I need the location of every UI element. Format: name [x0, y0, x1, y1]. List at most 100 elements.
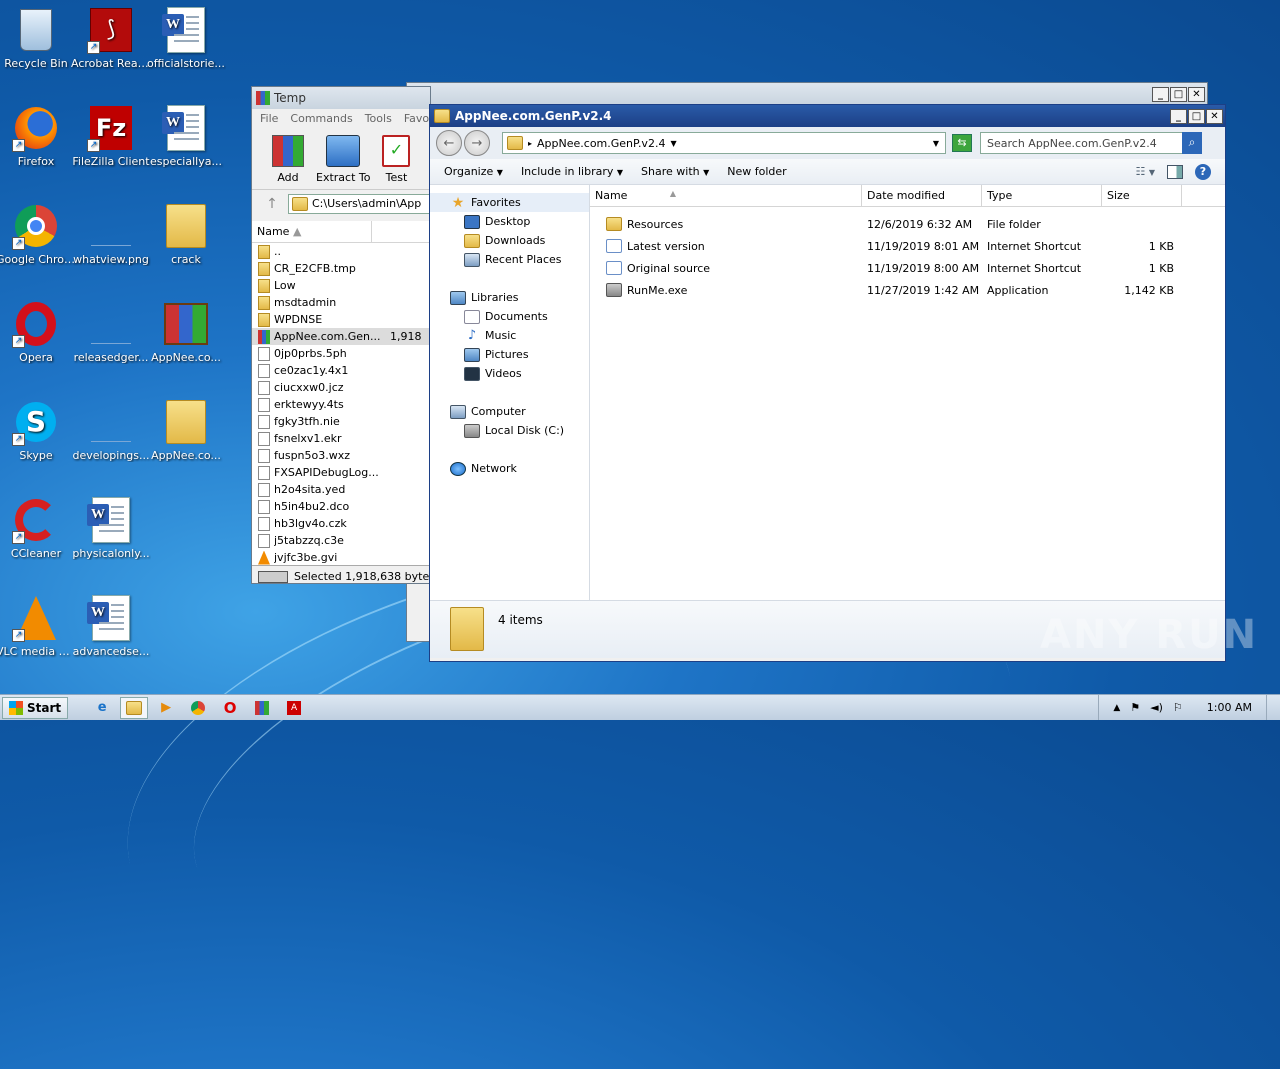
column-header-size[interactable]: Size — [1102, 185, 1182, 206]
breadcrumb[interactable]: AppNee.com.GenP.v2.4 — [537, 137, 665, 150]
chrome-taskbar-button[interactable] — [184, 697, 212, 719]
column-header-date[interactable]: Date modified — [862, 185, 982, 206]
search-input[interactable]: Search AppNee.com.GenP.v2.4 ⌕ — [980, 132, 1202, 154]
address-bar[interactable]: ▸ AppNee.com.GenP.v2.4 ▼ ▼ — [502, 132, 946, 154]
refresh-button[interactable]: ⇆ — [952, 134, 972, 152]
list-item[interactable]: 0jp0prbs.5ph — [252, 345, 430, 362]
list-item[interactable]: erktewyy.4ts — [252, 396, 430, 413]
close-button[interactable]: ✕ — [1206, 108, 1223, 124]
forward-button[interactable]: → — [464, 130, 490, 156]
desktop-icon-item[interactable]: ↗ Firefox — [0, 104, 76, 168]
test-button[interactable]: ✓ Test — [382, 135, 411, 189]
path-field[interactable]: C:\Users\admin\App — [288, 193, 430, 214]
volume-icon[interactable]: ◄) — [1150, 701, 1163, 714]
desktop-icon-item[interactable]: ↗ Google Chrome — [0, 202, 76, 266]
address-history-dropdown-icon[interactable]: ▼ — [933, 139, 939, 148]
table-row[interactable]: Original source 11/19/2019 8:00 AM Interne… — [590, 257, 1225, 279]
desktop-icon-item[interactable]: ↗ VLC media player — [0, 594, 76, 658]
column-header-type[interactable]: Type — [982, 185, 1102, 206]
winrar-taskbar-button[interactable] — [248, 697, 276, 719]
size-column-header[interactable] — [372, 221, 430, 242]
close-button[interactable]: ✕ — [1188, 86, 1205, 102]
list-item[interactable]: WPDNSE — [252, 311, 430, 328]
breadcrumb-dropdown-icon[interactable]: ▼ — [670, 139, 676, 148]
name-column-header[interactable]: Name ▲ — [252, 221, 372, 242]
list-item[interactable]: h2o4sita.yed — [252, 481, 430, 498]
organize-button[interactable]: Organize ▼ — [444, 165, 503, 178]
back-button[interactable]: ← — [436, 130, 462, 156]
list-item[interactable]: j5tabzzq.c3e — [252, 532, 430, 549]
list-item[interactable]: Low — [252, 277, 430, 294]
menu-file[interactable]: File — [260, 112, 278, 125]
help-icon[interactable]: ? — [1195, 163, 1211, 180]
view-options-icon[interactable]: ☷ ▼ — [1135, 165, 1155, 178]
desktop-icon-item[interactable]: Wespeciallya... — [146, 104, 226, 168]
list-item[interactable]: fsnelxv1.ekr — [252, 430, 430, 447]
nav-favorites[interactable]: ★ Favorites — [430, 193, 589, 212]
nav-music[interactable]: ♪ Music — [430, 326, 589, 345]
list-item[interactable]: CR_E2CFB.tmp — [252, 260, 430, 277]
nav-desktop[interactable]: Desktop — [430, 212, 589, 231]
nav-network[interactable]: Network — [430, 459, 589, 478]
preview-pane-icon[interactable] — [1167, 164, 1183, 179]
nav-recent-places[interactable]: Recent Places — [430, 250, 589, 269]
nav-pictures[interactable]: Pictures — [430, 345, 589, 364]
desktop-icon-item[interactable]: Fz ↗ FileZilla Client — [71, 104, 151, 168]
action-center-icon[interactable]: ⚑ — [1130, 701, 1140, 714]
desktop-icon-item[interactable]: AppNee.co... — [146, 398, 226, 462]
desktop-icon-item[interactable]: Wadvancedse... — [71, 594, 151, 658]
list-item[interactable]: jvjfc3be.gvi — [252, 549, 430, 565]
show-desktop-button[interactable] — [1266, 695, 1280, 720]
desktop-icon-item[interactable]: ⟆↗ Acrobat Reader DC — [71, 6, 151, 70]
desktop-icon-item[interactable]: whatview.png — [71, 202, 151, 266]
list-item[interactable]: hb3lgv4o.czk — [252, 515, 430, 532]
list-item[interactable]: FXSAPIDebugLog... — [252, 464, 430, 481]
table-row[interactable]: RunMe.exe 11/27/2019 1:42 AM Application 1,… — [590, 279, 1225, 301]
desktop-icon-item[interactable]: AppNee.co... — [146, 300, 226, 364]
desktop-icon-item[interactable]: ↗ Opera — [0, 300, 76, 364]
share-with-button[interactable]: Share with ▼ — [641, 165, 709, 178]
explorer-taskbar-button[interactable] — [120, 696, 149, 719]
list-item[interactable]: fuspn5o3.wxz — [252, 447, 430, 464]
nav-videos[interactable]: Videos — [430, 364, 589, 383]
nav-libraries[interactable]: Libraries — [430, 288, 589, 307]
desktop-icon-item[interactable]: Wphysicalonly... — [71, 496, 151, 560]
desktop-icon-item[interactable]: releasedger... — [71, 300, 151, 364]
maximize-button[interactable]: □ — [1170, 86, 1187, 102]
opera-taskbar-button[interactable]: O — [216, 697, 244, 719]
list-item[interactable]: ciucxxw0.jcz — [252, 379, 430, 396]
media-player-taskbar-button[interactable]: ▶ — [152, 697, 180, 719]
nav-computer[interactable]: Computer — [430, 402, 589, 421]
column-header-name[interactable]: Name ▲ — [590, 185, 862, 206]
include-in-library-button[interactable]: Include in library ▼ — [521, 165, 623, 178]
menu-tools[interactable]: Tools — [365, 112, 392, 125]
search-icon[interactable]: ⌕ — [1182, 132, 1202, 154]
clock[interactable]: 1:00 AM — [1207, 701, 1252, 714]
table-row[interactable]: Resources 12/6/2019 6:32 AM File folder — [590, 213, 1225, 235]
table-row[interactable]: Latest version 11/19/2019 8:01 AM Internet… — [590, 235, 1225, 257]
list-item[interactable]: h5in4bu2.dco — [252, 498, 430, 515]
extract-to-button[interactable]: Extract To — [316, 135, 370, 189]
new-folder-button[interactable]: New folder — [727, 165, 786, 178]
network-tray-icon[interactable]: ⚐ — [1173, 701, 1183, 714]
up-arrow-icon[interactable]: ↑ — [260, 196, 284, 212]
acrobat-taskbar-button[interactable]: A — [280, 697, 308, 719]
minimize-button[interactable]: _ — [1152, 86, 1169, 102]
list-item[interactable]: msdtadmin — [252, 294, 430, 311]
start-button[interactable]: Start — [2, 696, 69, 719]
desktop-icon-item[interactable]: Wofficialstorie... — [146, 6, 226, 70]
list-item[interactable]: AppNee.com.Gen... 1,918 — [252, 328, 430, 345]
menu-commands[interactable]: Commands — [290, 112, 352, 125]
desktop-icon-item[interactable]: ↗ CCleaner — [0, 496, 76, 560]
add-button[interactable]: Add — [272, 135, 304, 189]
desktop-icon-item[interactable]: Recycle Bin — [0, 6, 76, 70]
maximize-button[interactable]: □ — [1188, 108, 1205, 124]
desktop-icon-item[interactable]: S ↗ Skype — [0, 398, 76, 462]
nav-downloads[interactable]: Downloads — [430, 231, 589, 250]
show-hidden-icons-icon[interactable]: ▲ — [1113, 703, 1120, 713]
desktop-icon-item[interactable]: crack — [146, 202, 226, 266]
nav-documents[interactable]: Documents — [430, 307, 589, 326]
desktop-icon-item[interactable]: developings... — [71, 398, 151, 462]
minimize-button[interactable]: _ — [1170, 108, 1187, 124]
ie-taskbar-button[interactable]: e — [88, 697, 116, 719]
